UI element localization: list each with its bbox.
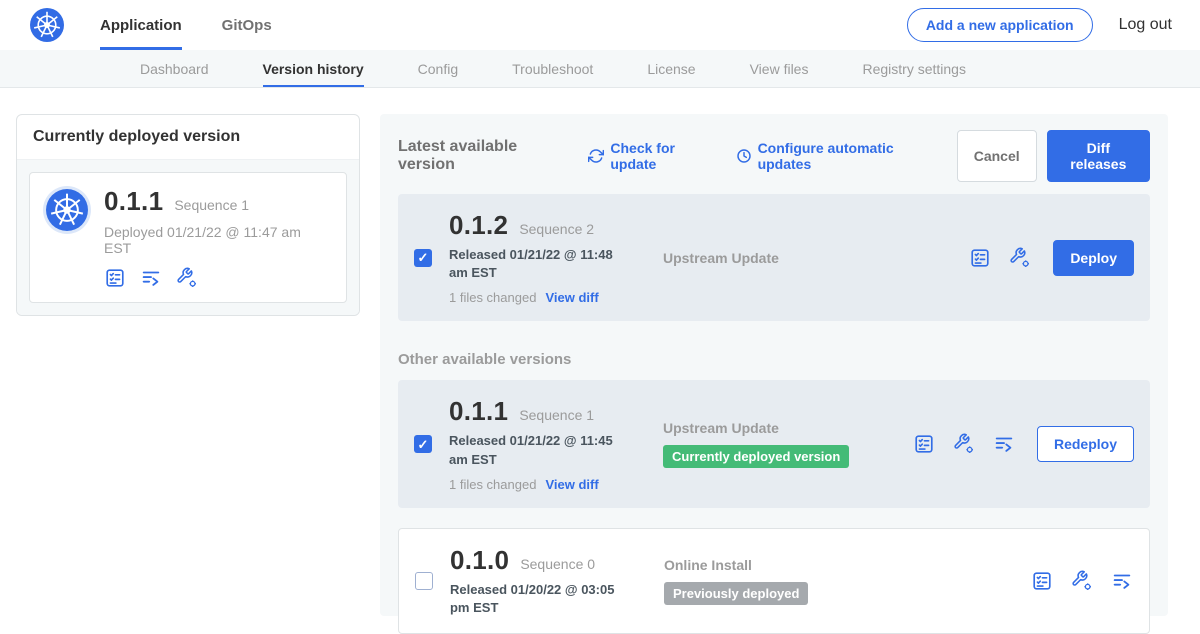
refresh-icon bbox=[588, 148, 604, 164]
row-actions bbox=[1031, 570, 1133, 592]
version-checkbox[interactable] bbox=[415, 572, 433, 590]
previously-deployed-badge: Previously deployed bbox=[664, 582, 808, 605]
subnav-tab-troubleshoot[interactable]: Troubleshoot bbox=[512, 50, 593, 87]
deployed-version-info: 0.1.1 Sequence 1 Deployed 01/21/22 @ 11:… bbox=[104, 186, 330, 289]
version-row-0-1-1: 0.1.1 Sequence 1 Released 01/21/22 @ 11:… bbox=[398, 380, 1150, 507]
version-row-0-1-0: 0.1.0 Sequence 0 Released 01/20/22 @ 03:… bbox=[398, 528, 1150, 634]
source-label: Upstream Update bbox=[663, 250, 913, 266]
subnav-tab-dashboard[interactable]: Dashboard bbox=[140, 50, 209, 87]
deployed-timestamp: Deployed 01/21/22 @ 11:47 am EST bbox=[104, 224, 330, 256]
release-notes-icon[interactable] bbox=[913, 433, 935, 455]
cancel-button[interactable]: Cancel bbox=[957, 130, 1037, 182]
row-actions: Redeploy bbox=[913, 426, 1134, 462]
version-number: 0.1.2 bbox=[449, 210, 508, 241]
row-actions: Deploy bbox=[969, 240, 1134, 276]
source-label: Upstream Update bbox=[663, 420, 913, 436]
app-icon bbox=[46, 189, 88, 231]
version-source: Online Install Previously deployed bbox=[664, 557, 914, 605]
redeploy-button[interactable]: Redeploy bbox=[1037, 426, 1134, 462]
available-versions-panel: Latest available version Check for updat… bbox=[380, 114, 1168, 616]
deployed-card-body: 0.1.1 Sequence 1 Deployed 01/21/22 @ 11:… bbox=[17, 159, 359, 315]
view-diff-link[interactable]: View diff bbox=[545, 477, 598, 492]
released-timestamp: Released 01/21/22 @ 11:48 am EST bbox=[449, 246, 634, 282]
diff-releases-button[interactable]: Diff releases bbox=[1047, 130, 1150, 182]
currently-deployed-card: Currently deployed version 0.1.1 Sequenc… bbox=[16, 114, 360, 316]
version-number: 0.1.0 bbox=[450, 545, 509, 576]
files-changed-label: 1 files changed bbox=[449, 477, 536, 492]
deployed-sequence-label: Sequence 1 bbox=[174, 197, 249, 213]
app-subnav: Dashboard Version history Config Trouble… bbox=[0, 50, 1200, 88]
deployed-icon-row bbox=[104, 267, 330, 289]
deploy-logs-icon[interactable] bbox=[140, 267, 162, 289]
deploy-logs-icon[interactable] bbox=[1111, 570, 1133, 592]
deployed-version-card: 0.1.1 Sequence 1 Deployed 01/21/22 @ 11:… bbox=[29, 172, 347, 303]
version-checkbox[interactable] bbox=[414, 435, 432, 453]
configure-automatic-updates-label: Configure automatic updates bbox=[758, 140, 937, 172]
deployed-card-title: Currently deployed version bbox=[17, 115, 359, 159]
released-timestamp: Released 01/21/22 @ 11:45 am EST bbox=[449, 432, 634, 468]
version-source: Upstream Update bbox=[663, 250, 913, 266]
subnav-tab-version-history[interactable]: Version history bbox=[263, 50, 364, 87]
schedule-icon bbox=[736, 148, 752, 164]
tab-gitops[interactable]: GitOps bbox=[222, 0, 272, 50]
panel-header: Latest available version Check for updat… bbox=[398, 130, 1150, 182]
check-for-update-link[interactable]: Check for update bbox=[588, 140, 715, 172]
edit-config-icon[interactable] bbox=[1071, 570, 1093, 592]
subnav-tab-config[interactable]: Config bbox=[418, 50, 458, 87]
subnav-tab-license[interactable]: License bbox=[647, 50, 695, 87]
deploy-logs-icon[interactable] bbox=[993, 433, 1015, 455]
release-notes-icon[interactable] bbox=[1031, 570, 1053, 592]
configure-automatic-updates-link[interactable]: Configure automatic updates bbox=[736, 140, 937, 172]
version-details: 0.1.1 Sequence 1 Released 01/21/22 @ 11:… bbox=[449, 396, 649, 491]
deploy-button[interactable]: Deploy bbox=[1053, 240, 1134, 276]
sequence-label: Sequence 0 bbox=[520, 556, 595, 572]
version-row-0-1-2: 0.1.2 Sequence 2 Released 01/21/22 @ 11:… bbox=[398, 194, 1150, 321]
latest-available-header: Latest available version bbox=[398, 138, 566, 174]
top-navbar: Application GitOps Add a new application… bbox=[0, 0, 1200, 50]
topnav-tabs: Application GitOps bbox=[100, 0, 272, 50]
subnav-tab-view-files[interactable]: View files bbox=[750, 50, 809, 87]
version-source: Upstream Update Currently deployed versi… bbox=[663, 420, 913, 468]
edit-config-icon[interactable] bbox=[1009, 247, 1031, 269]
version-details: 0.1.2 Sequence 2 Released 01/21/22 @ 11:… bbox=[449, 210, 649, 305]
check-for-update-label: Check for update bbox=[610, 140, 715, 172]
source-label: Online Install bbox=[664, 557, 914, 573]
main-content: Currently deployed version 0.1.1 Sequenc… bbox=[0, 88, 1200, 634]
edit-config-icon[interactable] bbox=[953, 433, 975, 455]
sequence-label: Sequence 2 bbox=[519, 221, 594, 237]
sequence-label: Sequence 1 bbox=[519, 407, 594, 423]
currently-deployed-badge: Currently deployed version bbox=[663, 445, 849, 468]
files-changed-label: 1 files changed bbox=[449, 290, 536, 305]
release-notes-icon[interactable] bbox=[969, 247, 991, 269]
release-notes-icon[interactable] bbox=[104, 267, 126, 289]
version-number: 0.1.1 bbox=[449, 396, 508, 427]
kubernetes-logo-icon bbox=[30, 8, 64, 42]
header-actions: Cancel Diff releases bbox=[957, 130, 1150, 182]
logout-link[interactable]: Log out bbox=[1119, 16, 1172, 34]
view-diff-link[interactable]: View diff bbox=[545, 290, 598, 305]
released-timestamp: Released 01/20/22 @ 03:05 pm EST bbox=[450, 581, 635, 617]
add-new-application-button[interactable]: Add a new application bbox=[907, 8, 1093, 42]
subnav-tab-registry-settings[interactable]: Registry settings bbox=[862, 50, 965, 87]
other-available-versions-header: Other available versions bbox=[398, 351, 1150, 368]
deployed-version-number: 0.1.1 bbox=[104, 186, 163, 217]
tab-application[interactable]: Application bbox=[100, 0, 182, 50]
edit-config-icon[interactable] bbox=[176, 267, 198, 289]
version-details: 0.1.0 Sequence 0 Released 01/20/22 @ 03:… bbox=[450, 545, 650, 617]
version-checkbox[interactable] bbox=[414, 249, 432, 267]
